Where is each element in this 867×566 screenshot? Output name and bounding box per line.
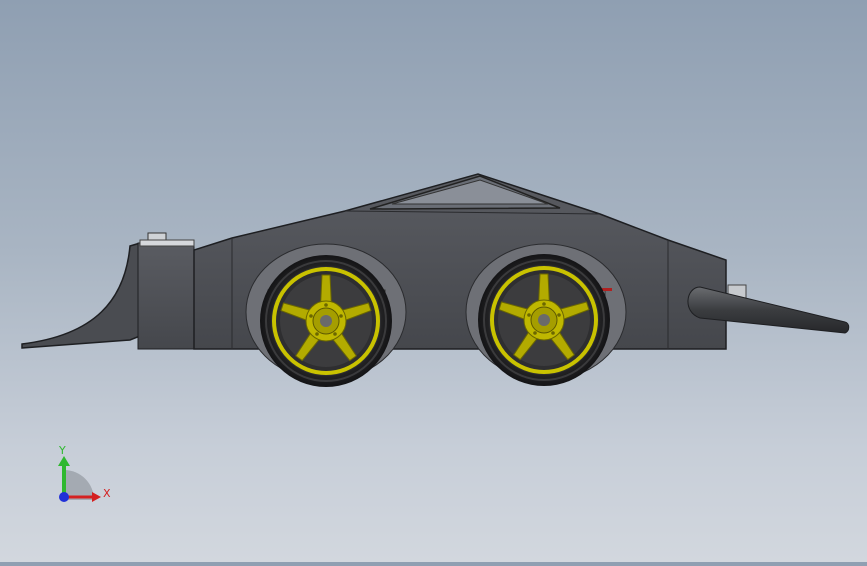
y-axis-label: Y — [58, 444, 66, 457]
rear-wheel[interactable] — [476, 252, 612, 388]
graphics-viewport[interactable]: Y X — [0, 0, 867, 562]
x-axis-arrow — [92, 492, 101, 502]
front-block[interactable] — [137, 242, 195, 350]
orientation-triad: Y X — [58, 444, 111, 502]
y-axis-arrow — [58, 456, 70, 466]
x-axis-label: X — [103, 487, 111, 500]
z-axis-dot — [59, 492, 69, 502]
mount-plate — [139, 239, 195, 247]
front-wheel[interactable] — [258, 253, 394, 389]
plow-blade[interactable] — [21, 241, 141, 349]
red-wire — [602, 288, 612, 291]
